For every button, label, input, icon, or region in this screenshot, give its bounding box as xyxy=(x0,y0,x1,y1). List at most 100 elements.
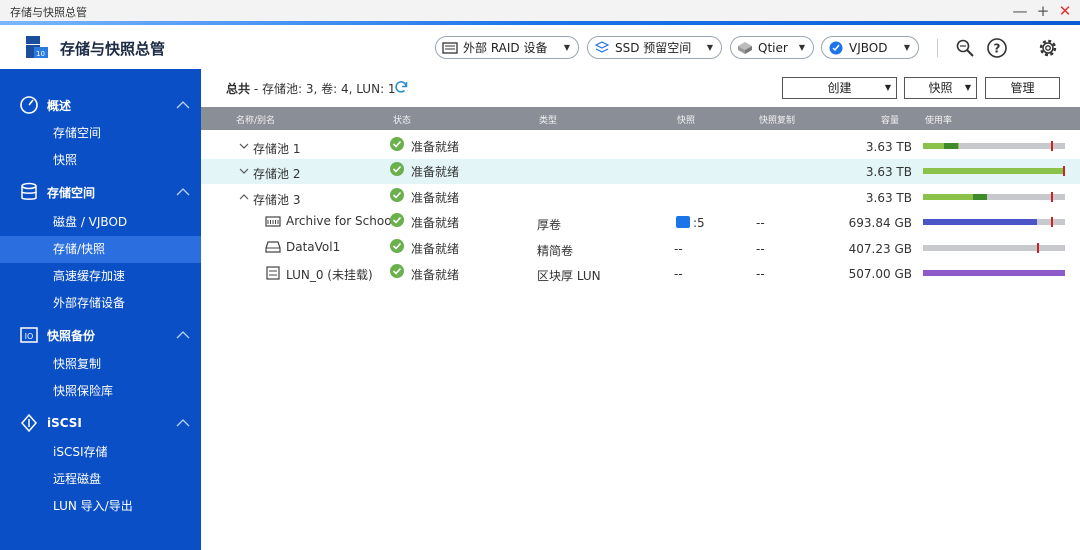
maximize-button[interactable]: + xyxy=(1033,1,1053,21)
table-row[interactable]: 存储池 2 准备就绪 3.63 TB xyxy=(201,159,1080,184)
help-icon[interactable]: ? xyxy=(986,37,1008,59)
inspect-icon[interactable] xyxy=(954,37,976,59)
row-snapshot: -- xyxy=(674,267,683,281)
snapshot-badge-icon xyxy=(676,216,690,228)
external-raid-label: 外部 RAID 设备 xyxy=(463,41,548,55)
sidebar-item-snapshot-replica[interactable]: 快照复制 xyxy=(0,351,201,378)
sidebar-item-lun-import-export[interactable]: LUN 导入/导出 xyxy=(0,493,201,520)
row-name: Archive for School xyxy=(286,214,395,228)
row-status: 准备就绪 xyxy=(411,140,460,154)
row-type: 区块厚 LUN xyxy=(537,269,601,283)
summary-prefix: 总共 xyxy=(226,82,251,96)
lun-icon xyxy=(266,266,280,280)
close-button[interactable]: ✕ xyxy=(1055,1,1075,21)
snapshot-backup-icon: IO xyxy=(20,327,38,343)
row-status: 准备就绪 xyxy=(411,191,460,205)
vjbod-label: VJBOD xyxy=(849,40,888,55)
sidebar-group-label: 概述 xyxy=(47,98,72,113)
table-row[interactable]: Archive for School 准备就绪 厚卷 :5 -- 693.84 … xyxy=(201,210,1080,235)
create-button[interactable]: 创建 ▼ xyxy=(782,77,897,99)
sidebar-group-overview[interactable]: 概述 xyxy=(0,91,201,119)
sidebar-item-remote-disk[interactable]: 远程磁盘 xyxy=(0,466,201,493)
sidebar-group-snapshot-backup[interactable]: IO 快照备份 xyxy=(0,321,201,349)
row-capacity: 507.00 GB xyxy=(848,267,912,281)
settings-icon[interactable] xyxy=(1037,37,1059,59)
sidebar: 概述 存储空间 快照 存储空间 磁盘 / VJBOD 存储/快照 高速缓存加速 … xyxy=(0,69,201,550)
sidebar-group-storage[interactable]: 存储空间 xyxy=(0,178,201,206)
usage-fill-dark xyxy=(944,143,959,149)
column-snapshot[interactable]: 快照 xyxy=(677,113,695,126)
manage-button[interactable]: 管理 xyxy=(985,77,1060,99)
sidebar-group-iscsi[interactable]: iSCSI xyxy=(0,409,201,437)
expand-chevron-icon[interactable] xyxy=(239,142,249,150)
column-capacity[interactable]: 容量 xyxy=(881,113,899,126)
svg-text:?: ? xyxy=(994,42,1001,56)
row-status: 准备就绪 xyxy=(411,165,460,179)
usage-fill-dark xyxy=(972,194,987,200)
row-capacity: 407.23 GB xyxy=(848,242,912,256)
row-name: LUN_0 (未挂载) xyxy=(286,268,373,282)
usage-threshold-marker xyxy=(1063,166,1065,176)
window-title: 存储与快照总管 xyxy=(10,6,87,19)
column-usage[interactable]: 使用率 xyxy=(925,113,952,126)
sidebar-item-snapshot-vault[interactable]: 快照保险库 xyxy=(0,378,201,405)
vjbod-icon xyxy=(829,41,843,54)
row-name: DataVol1 xyxy=(286,240,341,254)
ssd-icon xyxy=(594,40,610,53)
row-snapshot[interactable]: :5 xyxy=(693,216,705,230)
usage-bar xyxy=(923,141,1065,151)
sidebar-item-cache-acceleration[interactable]: 高速缓存加速 xyxy=(0,263,201,290)
collapse-chevron-icon[interactable] xyxy=(239,193,249,201)
table-row[interactable]: 存储池 1 准备就绪 3.63 TB xyxy=(201,134,1080,159)
column-type[interactable]: 类型 xyxy=(539,113,557,126)
usage-bar xyxy=(923,166,1065,176)
table-header: 名称/别名 状态 类型 快照 快照复制 容量 使用率 xyxy=(201,107,1080,130)
chevron-down-icon: ▼ xyxy=(563,43,570,52)
sidebar-item-disks-vjbod[interactable]: 磁盘 / VJBOD xyxy=(0,209,201,236)
snapshot-label: 快照 xyxy=(928,81,953,95)
ssd-overprovision-button[interactable]: SSD 预留空间 ▼ xyxy=(587,36,722,59)
sidebar-item-storage-snapshots[interactable]: 存储/快照 xyxy=(0,236,201,263)
chevron-down-icon: ▼ xyxy=(964,83,971,92)
dashboard-icon xyxy=(20,96,38,114)
chevron-down-icon: ▼ xyxy=(903,43,910,52)
row-capacity: 3.63 TB xyxy=(865,140,912,154)
usage-fill xyxy=(923,270,1065,276)
storage-app-icon: 10 xyxy=(26,36,48,58)
usage-bar xyxy=(923,270,1065,276)
chevron-down-icon: ▼ xyxy=(798,43,805,52)
column-snapshot-replica[interactable]: 快照复制 xyxy=(759,113,795,126)
column-status[interactable]: 状态 xyxy=(393,113,411,126)
sidebar-item-snapshot-overview[interactable]: 快照 xyxy=(0,147,201,174)
expand-chevron-icon[interactable] xyxy=(239,167,249,175)
column-name[interactable]: 名称/别名 xyxy=(236,113,275,126)
status-ok-icon xyxy=(390,239,404,253)
row-replica: -- xyxy=(756,267,765,281)
row-replica: -- xyxy=(756,242,765,256)
usage-threshold-marker xyxy=(1050,192,1053,202)
create-label: 创建 xyxy=(827,81,852,95)
table-row[interactable]: 存储池 3 准备就绪 3.63 TB xyxy=(201,185,1080,210)
refresh-icon[interactable] xyxy=(393,79,409,95)
row-replica: -- xyxy=(756,216,765,230)
sidebar-item-storage-overview[interactable]: 存储空间 xyxy=(0,120,201,147)
minimize-button[interactable]: — xyxy=(1010,1,1030,21)
table-row[interactable]: DataVol1 准备就绪 精简卷 -- -- 407.23 GB xyxy=(201,236,1080,261)
usage-bar xyxy=(923,192,1065,202)
qtier-button[interactable]: Qtier ▼ xyxy=(730,36,814,59)
usage-threshold-marker xyxy=(1050,217,1053,227)
chevron-down-icon: ▼ xyxy=(884,83,891,92)
snapshot-button[interactable]: 快照 ▼ xyxy=(904,77,977,99)
chevron-up-icon xyxy=(176,419,190,427)
sidebar-item-iscsi-storage[interactable]: iSCSI存储 xyxy=(0,439,201,466)
row-status: 准备就绪 xyxy=(411,242,460,256)
chevron-up-icon xyxy=(176,331,190,339)
sidebar-group-label: 存储空间 xyxy=(47,185,96,200)
table-row[interactable]: LUN_0 (未挂载) 准备就绪 区块厚 LUN -- -- 507.00 GB xyxy=(201,261,1080,286)
external-raid-button[interactable]: 外部 RAID 设备 ▼ xyxy=(435,36,579,59)
summary-line: 总共 - 存储池: 3, 卷: 4, LUN: 1 xyxy=(226,80,396,97)
sidebar-item-external-storage[interactable]: 外部存储设备 xyxy=(0,290,201,317)
row-name: 存储池 3 xyxy=(253,193,301,207)
vjbod-button[interactable]: VJBOD ▼ xyxy=(821,36,919,59)
usage-bar xyxy=(923,243,1065,253)
